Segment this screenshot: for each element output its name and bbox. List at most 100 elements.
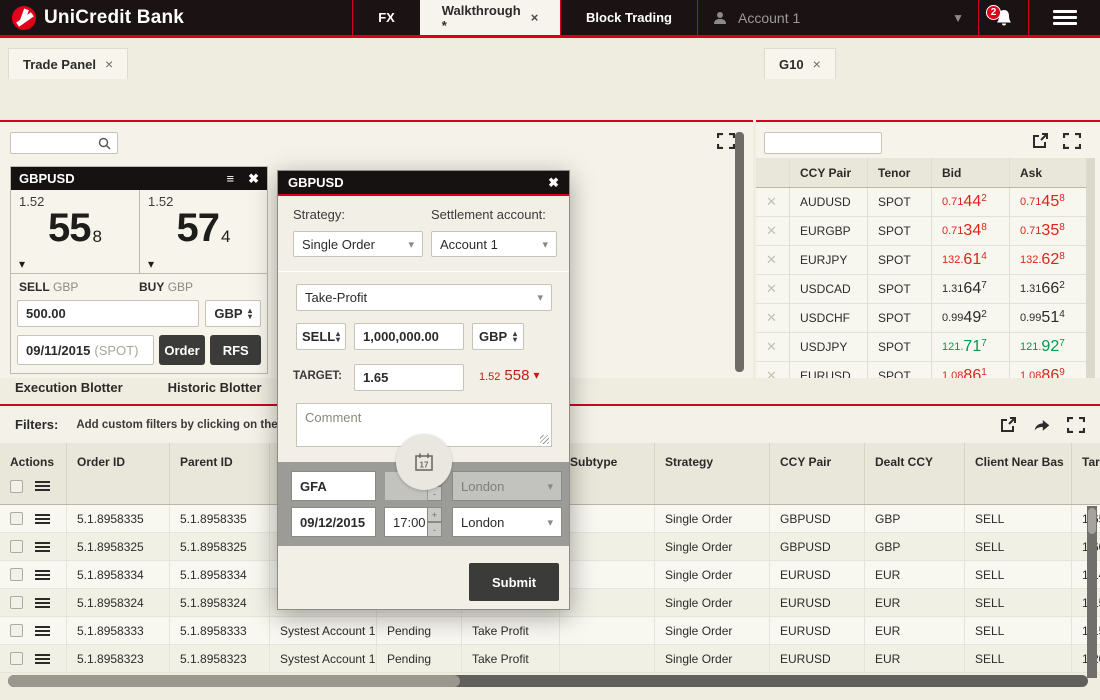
rates-search-input[interactable] — [764, 132, 882, 154]
tab-g10[interactable]: G10 × — [764, 48, 836, 79]
bid-cell[interactable]: 0.71 34 8 — [932, 217, 1010, 245]
ask-cell[interactable]: 1.31 66 2 — [1010, 275, 1086, 303]
rates-row[interactable]: ✕ EURGBP SPOT 0.71 34 8 0.71 35 8 — [756, 217, 1086, 246]
remove-row-icon[interactable]: ✕ — [766, 223, 777, 239]
ask-cell[interactable]: 0.99 51 4 — [1010, 304, 1086, 332]
fullscreen-icon[interactable] — [1067, 416, 1085, 433]
tab-walkthrough[interactable]: Walkthrough * × — [420, 0, 560, 35]
share-icon[interactable] — [1033, 417, 1051, 433]
side-select[interactable]: SELL ▴ ▾ — [296, 323, 346, 350]
col-dealt-ccy[interactable]: Dealt CCY — [865, 443, 965, 504]
widget-menu-icon[interactable]: ≡ — [227, 171, 235, 187]
rates-row[interactable]: ✕ EURJPY SPOT 132. 61 4 132. 62 8 — [756, 246, 1086, 275]
tab-execution-blotter[interactable]: Execution Blotter — [15, 380, 123, 395]
rates-row[interactable]: ✕ EURUSD SPOT 1.08 86 1 1.08 86 9 — [756, 362, 1086, 378]
value-date-input[interactable]: 09/11/2015 (SPOT) — [17, 335, 154, 365]
rates-row[interactable]: ✕ USDCAD SPOT 1.31 64 7 1.31 66 2 — [756, 275, 1086, 304]
row-checkbox[interactable] — [10, 568, 23, 581]
popout-icon[interactable] — [1000, 416, 1017, 433]
row-menu-icon[interactable] — [35, 624, 50, 638]
order-type-select[interactable]: Take-Profit ▾ — [296, 284, 552, 311]
bid-cell[interactable]: 1.08 86 1 — [932, 362, 1010, 378]
col-bid[interactable]: Bid — [932, 158, 1010, 187]
col-ccy-pair[interactable]: CCY Pair — [790, 158, 868, 187]
blotter-row[interactable]: 5.1.8958333 5.1.8958333 Systest Account 1P… — [0, 617, 1100, 645]
widget-close-icon[interactable]: ✖ — [248, 171, 259, 187]
sell-price-tile[interactable]: 1.52 55 8 ▾ — [11, 190, 139, 273]
order-button[interactable]: Order — [158, 335, 206, 365]
vertical-scrollbar-thumb[interactable] — [1088, 508, 1096, 534]
dialog-header[interactable]: GBPUSD ✖ — [278, 171, 569, 196]
horizontal-scrollbar[interactable] — [8, 675, 1088, 687]
expiry-date-input[interactable]: 09/12/2015 — [291, 507, 376, 537]
bid-cell[interactable]: 132. 61 4 — [932, 246, 1010, 274]
bid-cell[interactable]: 1.31 64 7 — [932, 275, 1010, 303]
notifications-button[interactable]: 2 — [978, 0, 1028, 35]
col-subtype[interactable]: Subtype — [560, 443, 655, 504]
expiry-time-input[interactable]: 17:00 — [384, 507, 428, 537]
row-menu-icon[interactable] — [35, 540, 50, 554]
remove-row-icon[interactable]: ✕ — [766, 339, 777, 355]
spinner-buttons[interactable]: + - — [428, 507, 442, 537]
bid-cell[interactable]: 0.71 44 2 — [932, 188, 1010, 216]
ask-cell[interactable]: 1.08 86 9 — [1010, 362, 1086, 379]
col-tenor[interactable]: Tenor — [868, 158, 932, 187]
remove-row-icon[interactable]: ✕ — [766, 194, 777, 210]
expand-panel-icon[interactable] — [717, 133, 735, 149]
col-strategy[interactable]: Strategy — [655, 443, 770, 504]
row-checkbox[interactable] — [10, 652, 23, 665]
col-ask[interactable]: Ask — [1010, 158, 1086, 187]
blotter-vertical-scrollbar[interactable] — [1087, 506, 1097, 678]
bid-cell[interactable]: 121. 71 7 — [932, 333, 1010, 361]
fullscreen-icon[interactable] — [1063, 133, 1081, 149]
remove-row-icon[interactable]: ✕ — [766, 281, 777, 297]
row-checkbox[interactable] — [10, 540, 23, 553]
gfa-input[interactable]: GFA — [291, 471, 376, 501]
row-menu-icon[interactable] — [35, 512, 50, 526]
row-menu-icon[interactable] — [35, 652, 50, 666]
col-ccy-pair[interactable]: CCY Pair — [770, 443, 865, 504]
account-selector[interactable]: Account 1 ▼ — [697, 0, 978, 35]
submit-button[interactable]: Submit — [469, 563, 559, 601]
tab-close-icon[interactable]: × — [105, 56, 113, 72]
rates-scrollbar[interactable] — [1086, 158, 1095, 378]
calendar-toggle[interactable]: 17 — [396, 434, 452, 490]
currency-selector[interactable]: GBP ▴ ▾ — [205, 300, 261, 327]
tab-block-trading[interactable]: Block Trading — [560, 0, 697, 35]
rates-row[interactable]: ✕ AUDUSD SPOT 0.71 44 2 0.71 45 8 — [756, 188, 1086, 217]
rates-row[interactable]: ✕ USDJPY SPOT 121. 71 7 121. 92 7 — [756, 333, 1086, 362]
rfs-button[interactable]: RFS — [210, 335, 261, 365]
market-rate[interactable]: 1.52 558 ▾ — [479, 367, 539, 384]
col-parent-id[interactable]: Parent ID — [170, 443, 270, 504]
left-panel-scrollbar[interactable] — [735, 132, 744, 372]
dialog-currency-select[interactable]: GBP ▴ ▾ — [472, 323, 524, 350]
col-target[interactable]: Targ — [1072, 443, 1100, 504]
remove-row-icon[interactable]: ✕ — [766, 252, 777, 268]
select-all-checkbox[interactable] — [10, 479, 23, 493]
row-menu-icon[interactable] — [35, 596, 50, 610]
bid-cell[interactable]: 0.99 49 2 — [932, 304, 1010, 332]
actions-menu-icon[interactable] — [35, 479, 50, 493]
ask-cell[interactable]: 121. 92 7 — [1010, 333, 1086, 361]
horizontal-scrollbar-thumb[interactable] — [8, 675, 460, 687]
tab-historic-blotter[interactable]: Historic Blotter — [168, 380, 262, 395]
tab-fx[interactable]: FX — [352, 0, 420, 35]
ask-cell[interactable]: 0.71 45 8 — [1010, 188, 1086, 216]
col-order-id[interactable]: Order ID — [67, 443, 170, 504]
remove-row-icon[interactable]: ✕ — [766, 310, 777, 326]
resize-handle-icon[interactable] — [540, 435, 549, 444]
tab-trade-panel[interactable]: Trade Panel × — [8, 48, 129, 79]
dialog-amount-input[interactable]: 1,000,000.00 — [354, 323, 464, 350]
ask-cell[interactable]: 0.71 35 8 — [1010, 217, 1086, 245]
settlement-select[interactable]: Account 1 ▾ — [431, 231, 557, 257]
main-menu-button[interactable] — [1028, 0, 1100, 35]
rates-row[interactable]: ✕ USDCHF SPOT 0.99 49 2 0.99 51 4 — [756, 304, 1086, 333]
target-input[interactable]: 1.65 — [354, 364, 464, 391]
tab-close-icon[interactable]: × — [531, 10, 539, 25]
ask-cell[interactable]: 132. 62 8 — [1010, 246, 1086, 274]
instrument-search-input[interactable] — [10, 132, 118, 154]
remove-row-icon[interactable]: ✕ — [766, 368, 777, 378]
dialog-close-icon[interactable]: ✖ — [548, 175, 559, 191]
row-checkbox[interactable] — [10, 596, 23, 609]
row-checkbox[interactable] — [10, 512, 23, 525]
